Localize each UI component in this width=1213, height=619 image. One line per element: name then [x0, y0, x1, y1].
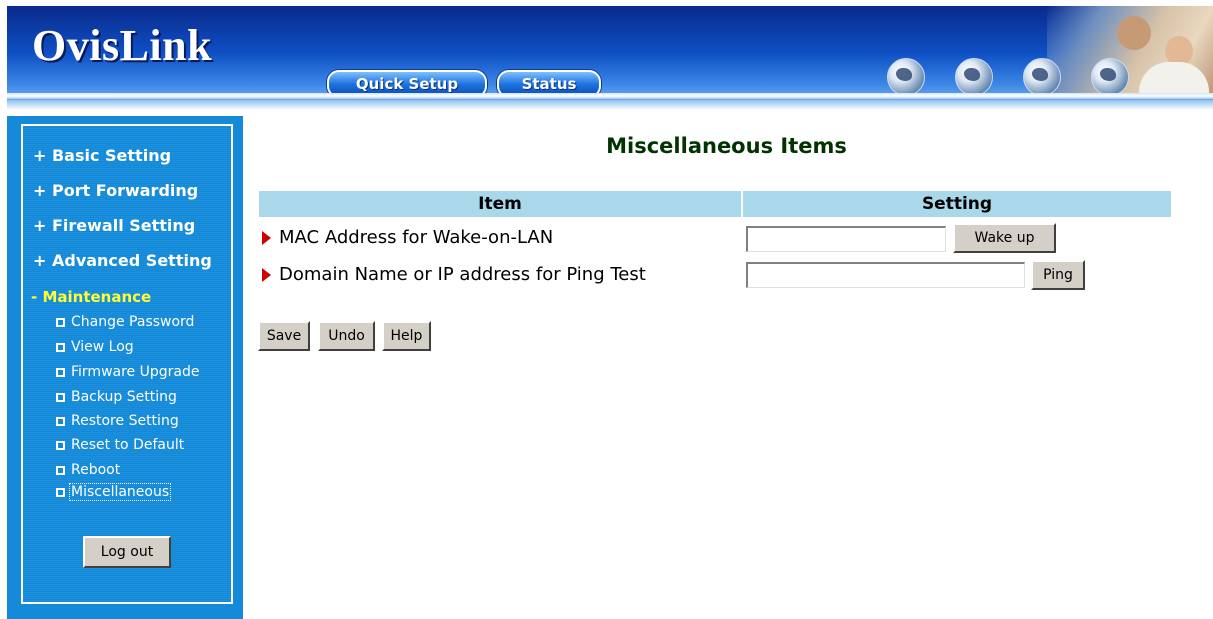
- bullet-icon: [56, 367, 65, 377]
- sidebar-subitem-miscellaneous[interactable]: Miscellaneous: [56, 483, 172, 501]
- sidebar-subitem-change-password[interactable]: Change Password: [56, 314, 194, 330]
- table-row-label: Domain Name or IP address for Ping Test: [262, 264, 646, 285]
- page-title: Miscellaneous Items: [606, 134, 847, 158]
- sidebar-item-port-forwarding[interactable]: + Port Forwarding: [33, 181, 198, 200]
- ping-label: Domain Name or IP address for Ping Test: [279, 264, 646, 285]
- arrow-right-icon: [262, 230, 271, 245]
- subitem-label: Miscellaneous: [69, 483, 172, 501]
- sidebar-subitem-backup-setting[interactable]: Backup Setting: [56, 389, 177, 405]
- sidebar-subitem-restore-setting[interactable]: Restore Setting: [56, 413, 179, 429]
- arrow-right-icon: [262, 267, 271, 282]
- subitem-label: Backup Setting: [71, 389, 177, 405]
- save-button[interactable]: Save: [258, 321, 310, 351]
- bullet-icon: [56, 342, 65, 352]
- banner-stripe: [7, 93, 1213, 99]
- bullet-icon: [56, 317, 65, 327]
- bullet-icon: [56, 392, 65, 402]
- globe-icon: [887, 58, 925, 96]
- header-banner: OvisLink Quick Setup Status: [7, 6, 1213, 110]
- banner-photo: [1047, 6, 1213, 98]
- sidebar-item-basic-setting[interactable]: + Basic Setting: [33, 146, 171, 165]
- ping-button[interactable]: Ping: [1031, 260, 1085, 290]
- sidebar-subitem-firmware-upgrade[interactable]: Firmware Upgrade: [56, 364, 199, 380]
- subitem-label: Reset to Default: [71, 437, 185, 453]
- logout-button[interactable]: Log out: [83, 536, 171, 568]
- table-row-label: MAC Address for Wake-on-LAN: [262, 227, 553, 248]
- globe-icon: [1091, 58, 1129, 96]
- globe-icon: [955, 58, 993, 96]
- mac-address-input[interactable]: [746, 226, 946, 252]
- subitem-label: Change Password: [71, 314, 195, 330]
- bullet-icon: [56, 440, 65, 450]
- globe-icon: [1023, 58, 1061, 96]
- sidebar-item-firewall-setting[interactable]: + Firewall Setting: [33, 216, 195, 235]
- brand-logo: OvisLink: [32, 21, 213, 70]
- sidebar-menu: + Basic Setting + Port Forwarding + Fire…: [21, 124, 233, 604]
- bullet-icon: [56, 465, 65, 475]
- subitem-label: View Log: [71, 339, 134, 355]
- subitem-label: Restore Setting: [71, 413, 179, 429]
- sidebar-item-advanced-setting[interactable]: + Advanced Setting: [33, 251, 212, 270]
- undo-button[interactable]: Undo: [318, 321, 375, 351]
- sidebar-subitem-reboot[interactable]: Reboot: [56, 462, 120, 478]
- wol-label: MAC Address for Wake-on-LAN: [279, 227, 554, 248]
- bullet-icon: [56, 416, 65, 426]
- subitem-label: Reboot: [71, 462, 121, 478]
- table-header-item: Item: [259, 191, 741, 217]
- help-button[interactable]: Help: [382, 321, 431, 351]
- table-header-setting: Setting: [743, 191, 1171, 217]
- bullet-icon: [56, 487, 65, 497]
- sidebar-subitem-view-log[interactable]: View Log: [56, 339, 134, 355]
- sidebar-item-maintenance[interactable]: - Maintenance: [31, 288, 151, 306]
- banner-stripe: [7, 100, 1213, 110]
- sidebar: + Basic Setting + Port Forwarding + Fire…: [7, 116, 243, 619]
- subitem-label: Firmware Upgrade: [71, 364, 200, 380]
- wake-up-button[interactable]: Wake up: [953, 223, 1056, 253]
- ping-host-input[interactable]: [746, 262, 1025, 288]
- sidebar-subitem-reset-to-default[interactable]: Reset to Default: [56, 437, 184, 453]
